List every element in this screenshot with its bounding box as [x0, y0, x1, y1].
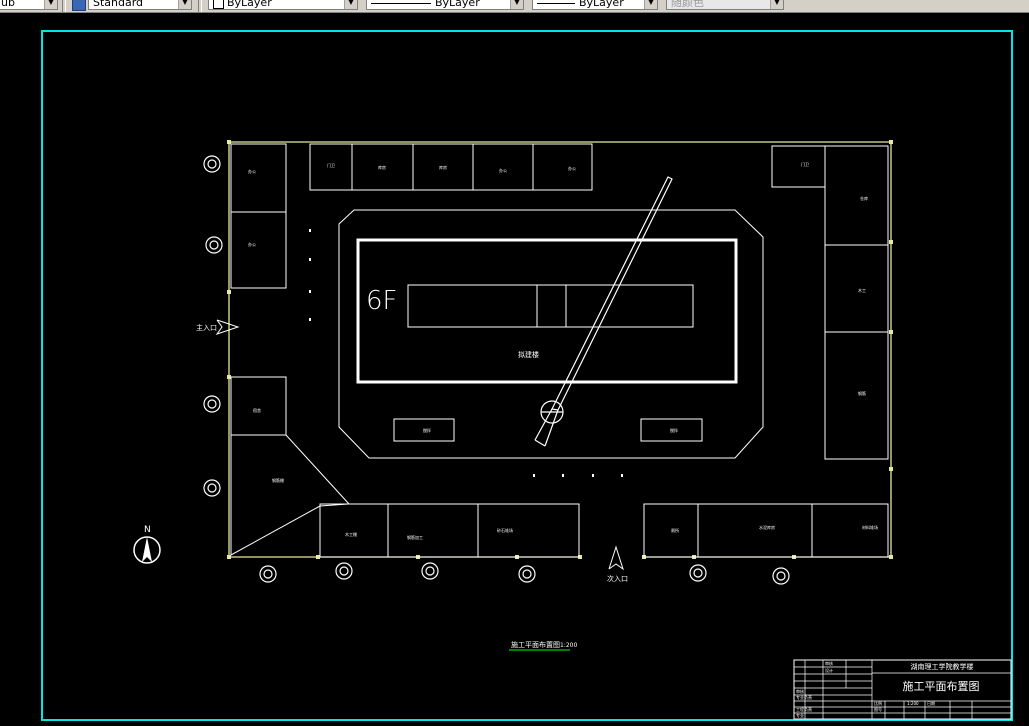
- room-right-3: [824, 244, 889, 333]
- chevron-down-icon[interactable]: ▼: [644, 0, 657, 9]
- dimstyle-icon[interactable]: [72, 0, 86, 11]
- svg-text:专业: 专业: [796, 712, 804, 718]
- svg-text:厕所: 厕所: [671, 527, 679, 533]
- svg-text:仓库: 仓库: [860, 195, 868, 201]
- title-block: 审核 设计 审核 专业负责 工程负责 专业 比例 图号 日期 1:200 湖南理…: [793, 659, 1012, 720]
- svg-text:办公: 办公: [499, 167, 507, 173]
- room-left-3: [230, 376, 287, 436]
- lineweight-preview: [537, 2, 575, 4]
- titleblock-school: 湖南理工学院教学楼: [911, 662, 974, 671]
- svg-text:钢筋棚: 钢筋棚: [272, 477, 284, 483]
- chevron-down-icon[interactable]: ▼: [44, 0, 57, 9]
- svg-text:办公: 办公: [568, 165, 576, 171]
- road-markers: [309, 229, 623, 477]
- cad-drawing[interactable]: N 6F 拟建楼 主入口 次入口 门卫 库房 库房 办公 办公 办公 办公 宿舍…: [0, 12, 1029, 722]
- color-combo[interactable]: ByLayer ▼: [208, 0, 358, 10]
- svg-text:办公: 办公: [248, 168, 256, 174]
- svg-text:库房: 库房: [439, 164, 447, 170]
- main-entrance-arrow-icon: [215, 319, 240, 335]
- plan-caption: 施工平面布置图 1:200: [509, 640, 577, 651]
- color-value: ByLayer: [227, 0, 272, 9]
- room-right-4: [824, 331, 889, 460]
- north-arrow-icon: N: [133, 525, 161, 564]
- svg-text:图号: 图号: [874, 706, 882, 712]
- room-labels: 门卫 库房 库房 办公 办公 办公 办公 宿舍 钢筋棚 门卫 仓库 木工 钢筋 …: [248, 161, 878, 540]
- svg-text:比例: 比例: [874, 700, 882, 706]
- svg-text:搅拌: 搅拌: [423, 427, 431, 433]
- svg-text:宿舍: 宿舍: [253, 407, 261, 413]
- room-bottom-5: [697, 503, 813, 558]
- plan-caption-scale: 1:200: [560, 642, 577, 649]
- svg-text:办公: 办公: [248, 241, 256, 247]
- lineweight-value: ByLayer: [579, 0, 624, 9]
- linetype-combo[interactable]: ByLayer ▼: [366, 0, 524, 10]
- svg-text:水泥库房: 水泥库房: [759, 524, 775, 530]
- plan-caption-title: 施工平面布置图: [511, 640, 560, 649]
- svg-text:1:200: 1:200: [907, 701, 919, 706]
- second-entrance-label: 次入口: [607, 574, 628, 583]
- svg-text:工程负责: 工程负责: [796, 706, 812, 712]
- textstyle-combo[interactable]: ub ▼: [0, 0, 58, 10]
- room-right-1: [771, 145, 826, 188]
- room-bottom-1: [319, 503, 389, 558]
- room-bottom-3: [477, 503, 580, 558]
- chevron-down-icon[interactable]: ▼: [510, 0, 523, 9]
- svg-text:木工棚: 木工棚: [345, 531, 357, 537]
- textstyle-value: ub: [1, 0, 15, 9]
- floor-count-label: 6F: [366, 286, 398, 316]
- building-outline: [356, 238, 738, 384]
- drawing-canvas[interactable]: N 6F 拟建楼 主入口 次入口 门卫 库房 库房 办公 办公 办公 办公 宿舍…: [0, 12, 1029, 722]
- toolbar-separator: [62, 0, 66, 12]
- tree-icons: [203, 155, 790, 585]
- plotstyle-combo[interactable]: 随颜色 ▼: [666, 0, 784, 10]
- svg-text:库房: 库房: [378, 164, 386, 170]
- plotstyle-value: 随颜色: [671, 0, 704, 9]
- room-top-4: [472, 143, 534, 191]
- room-left-4: [230, 434, 351, 556]
- svg-text:门卫: 门卫: [801, 161, 809, 167]
- drawing-frame: [41, 30, 1013, 721]
- svg-text:日期: 日期: [927, 700, 935, 706]
- dimstyle-combo[interactable]: Standard ▼: [88, 0, 192, 10]
- chevron-down-icon[interactable]: ▼: [344, 0, 357, 9]
- room-left-1: [230, 143, 287, 213]
- toolbar-separator: [198, 0, 202, 12]
- svg-text:搅拌: 搅拌: [670, 427, 678, 433]
- building-label: 拟建楼: [518, 350, 539, 359]
- north-label: N: [144, 525, 151, 535]
- room-left-2: [230, 211, 287, 289]
- color-swatch-icon: [213, 0, 224, 9]
- room-top-5: [532, 143, 593, 191]
- room-bottom-6: [811, 503, 889, 558]
- linetype-preview: [371, 2, 431, 4]
- svg-text:设计: 设计: [825, 667, 833, 673]
- site-boundary: [228, 141, 892, 558]
- boundary-posts: [227, 140, 893, 559]
- svg-text:专业负责: 专业负责: [796, 694, 812, 700]
- titleblock-title: 施工平面布置图: [903, 680, 980, 693]
- svg-text:钢筋: 钢筋: [858, 390, 866, 396]
- main-entrance-label: 主入口: [196, 323, 217, 332]
- svg-text:钢筋加工: 钢筋加工: [407, 534, 423, 540]
- building-core: [407, 284, 694, 328]
- svg-text:砂石堆场: 砂石堆场: [497, 527, 513, 533]
- dimstyle-value: Standard: [93, 0, 144, 9]
- site-road: [338, 209, 764, 459]
- svg-text:审核: 审核: [825, 660, 833, 666]
- second-entrance-arrow-icon: [608, 545, 624, 571]
- linetype-value: ByLayer: [435, 0, 480, 9]
- svg-text:门卫: 门卫: [327, 162, 335, 168]
- tower-crane: [534, 176, 673, 447]
- svg-text:材料堆场: 材料堆场: [862, 524, 878, 530]
- room-bottom-2: [387, 503, 479, 558]
- lineweight-combo[interactable]: ByLayer ▼: [532, 0, 658, 10]
- svg-text:审核: 审核: [796, 688, 804, 694]
- chevron-down-icon[interactable]: ▼: [770, 0, 783, 9]
- svg-text:木工: 木工: [858, 287, 866, 293]
- chevron-down-icon[interactable]: ▼: [178, 0, 191, 9]
- room-right-2: [824, 145, 889, 246]
